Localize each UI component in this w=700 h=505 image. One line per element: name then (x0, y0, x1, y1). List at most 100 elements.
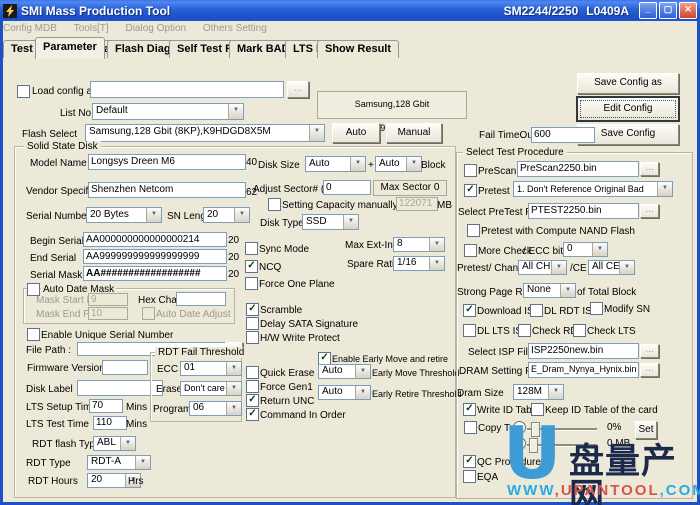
program-select[interactable]: 06 (189, 401, 242, 416)
command-in-order-label: Command In Order (260, 410, 346, 421)
flash-select-select[interactable]: Samsung,128 Gbit (8KP),K9HDGD8X5M (85, 124, 325, 142)
pretest-channel-select[interactable]: All CH (518, 260, 567, 275)
mask-start-pos-input[interactable]: 9 (88, 293, 128, 306)
manual-button[interactable]: Manual (386, 123, 442, 143)
begin-serial-input[interactable]: AA000000000000000214 (83, 232, 227, 247)
erase-select[interactable]: Don't care (180, 381, 242, 396)
app-icon (3, 4, 17, 18)
lts-setup-mins-label: Mins (126, 402, 147, 413)
end-serial-input[interactable]: AA999999999999999999 (83, 249, 227, 264)
check-rdt-checkbox[interactable] (518, 324, 531, 337)
dl-rdt-isp-checkbox[interactable] (530, 304, 543, 317)
qc-procedure-checkbox[interactable] (463, 455, 476, 468)
rdt-hours-label: RDT Hours (28, 476, 78, 487)
disk-size-select[interactable]: Auto (305, 156, 366, 172)
modify-sn-checkbox[interactable] (590, 302, 603, 315)
select-pretest-browse-button[interactable]: ... (640, 204, 659, 218)
prescan-file-input[interactable]: PreScan2250.bin (517, 161, 639, 177)
check-lts-checkbox[interactable] (573, 324, 586, 337)
select-isp-file-input[interactable]: ISP2250new.bin (528, 343, 639, 359)
dropdown-arrow-icon (228, 104, 243, 119)
early-move-threshold-select[interactable]: Auto (318, 364, 371, 379)
dl-lts-isp-checkbox[interactable] (463, 324, 476, 337)
serial-mask-input[interactable]: AA################## (83, 266, 227, 281)
maximize-button[interactable]: ▢ (659, 2, 677, 19)
write-id-table-checkbox[interactable] (463, 403, 476, 416)
delay-sata-checkbox[interactable] (246, 317, 259, 330)
menu-config-mdb[interactable]: Config MDB (3, 21, 57, 34)
ecc-select[interactable]: 01 (180, 361, 242, 376)
max-ext-intlv-select[interactable]: 8 (393, 237, 445, 252)
ncq-checkbox[interactable] (245, 260, 258, 273)
load-config-browse-button[interactable]: ... (287, 81, 309, 98)
pretest-mode-select[interactable]: 1. Don't Reference Original Bad (513, 181, 673, 197)
vendor-specific-label: Vendor Specific (26, 186, 96, 197)
watermark-url-www: WWW (507, 482, 555, 499)
setting-capacity-input[interactable]: 122071 (396, 197, 438, 211)
minimize-button[interactable]: _ (639, 2, 657, 19)
tab-parameter[interactable]: Parameter (35, 37, 105, 59)
vendor-specific-input[interactable]: Shenzhen Netcom (88, 182, 246, 198)
fail-timeout-label: Fail TimeOut (479, 130, 536, 141)
force-one-plane-checkbox[interactable] (245, 277, 258, 290)
quick-erase-checkbox[interactable] (246, 366, 259, 379)
eqa-checkbox[interactable] (463, 470, 476, 483)
mask-end-pos-input[interactable]: 10 (88, 307, 128, 320)
select-pretest-file-input[interactable]: PTEST2250.bin (528, 203, 639, 219)
rdt-type-value: RDT-A (91, 456, 121, 467)
hw-write-protect-checkbox[interactable] (246, 331, 259, 344)
load-config-checkbox[interactable] (17, 85, 30, 98)
lts-test-time-input[interactable]: 110 (93, 416, 127, 430)
ecc-bits-value: 0 (567, 243, 573, 254)
more-check-checkbox[interactable] (464, 244, 477, 257)
enable-unique-sn-checkbox[interactable] (27, 328, 40, 341)
download-isp-checkbox[interactable] (463, 304, 476, 317)
hex-char-input[interactable] (176, 292, 226, 306)
load-config-input[interactable] (90, 81, 284, 98)
early-retire-threshold-select[interactable]: Auto (318, 385, 371, 400)
strong-page-ratio-select[interactable]: None (523, 283, 576, 298)
ce-select[interactable]: All CE (588, 260, 635, 275)
rdt-type-select[interactable]: RDT-A (87, 455, 151, 470)
dram-setting-file-input[interactable]: E_Dram_Nynya_Hynix.bin (528, 362, 639, 378)
serial-number-select[interactable]: 20 Bytes (86, 207, 162, 223)
model-name-input[interactable]: Longsys Dreen M6 (88, 154, 246, 170)
copy-test-checkbox[interactable] (464, 421, 477, 434)
disk-type-select[interactable]: SSD (302, 214, 359, 230)
sync-mode-checkbox[interactable] (245, 242, 258, 255)
watermark-url-tld: COM (666, 482, 700, 499)
auto-button[interactable]: Auto (332, 123, 380, 143)
rdt-flash-type-select[interactable]: ABL (93, 436, 136, 451)
dram-size-select[interactable]: 128M (513, 384, 564, 400)
spare-ratio-select[interactable]: 1/16 (393, 256, 445, 271)
menu-tools[interactable]: Tools[T] (74, 21, 109, 34)
compute-nand-checkbox[interactable] (467, 224, 480, 237)
lts-setup-time-input[interactable]: 70 (89, 399, 123, 413)
save-config-as-button[interactable]: Save Config as (577, 73, 679, 94)
ecc-bits-select[interactable]: 0 (563, 242, 608, 257)
menu-others-setting[interactable]: Others Setting (203, 21, 267, 34)
prescan-checkbox[interactable] (464, 164, 477, 177)
return-unc-checkbox[interactable] (246, 394, 259, 407)
fail-timeout-input[interactable]: 600 (531, 127, 595, 143)
list-no-select[interactable]: Default (92, 103, 244, 120)
force-gen1-checkbox[interactable] (246, 380, 259, 393)
auto-date-adjust-checkbox[interactable] (142, 307, 155, 320)
menu-dialog-option[interactable]: Dialog Option (125, 21, 186, 34)
scramble-checkbox[interactable] (246, 303, 259, 316)
edit-config-button[interactable]: Edit Config (577, 97, 679, 121)
close-button[interactable]: ✕ (679, 2, 697, 19)
pretest-checkbox[interactable] (464, 184, 477, 197)
adjust-sector-input[interactable]: 0 (323, 180, 371, 195)
disk-size-block-select[interactable]: Auto (375, 156, 422, 172)
dram-setting-browse-button[interactable]: ... (640, 363, 659, 377)
firmware-version-input[interactable] (102, 360, 148, 375)
setting-capacity-checkbox[interactable] (268, 198, 281, 211)
sn-length-select[interactable]: 20 (203, 207, 250, 223)
prescan-browse-button[interactable]: ... (640, 162, 659, 176)
command-in-order-checkbox[interactable] (246, 408, 259, 421)
tab-show-result[interactable]: Show Result (317, 40, 399, 58)
title-bar: SMI Mass Production Tool SM2244/2250 L04… (0, 0, 700, 21)
set-button[interactable]: Set (635, 421, 657, 439)
select-isp-browse-button[interactable]: ... (640, 344, 659, 358)
